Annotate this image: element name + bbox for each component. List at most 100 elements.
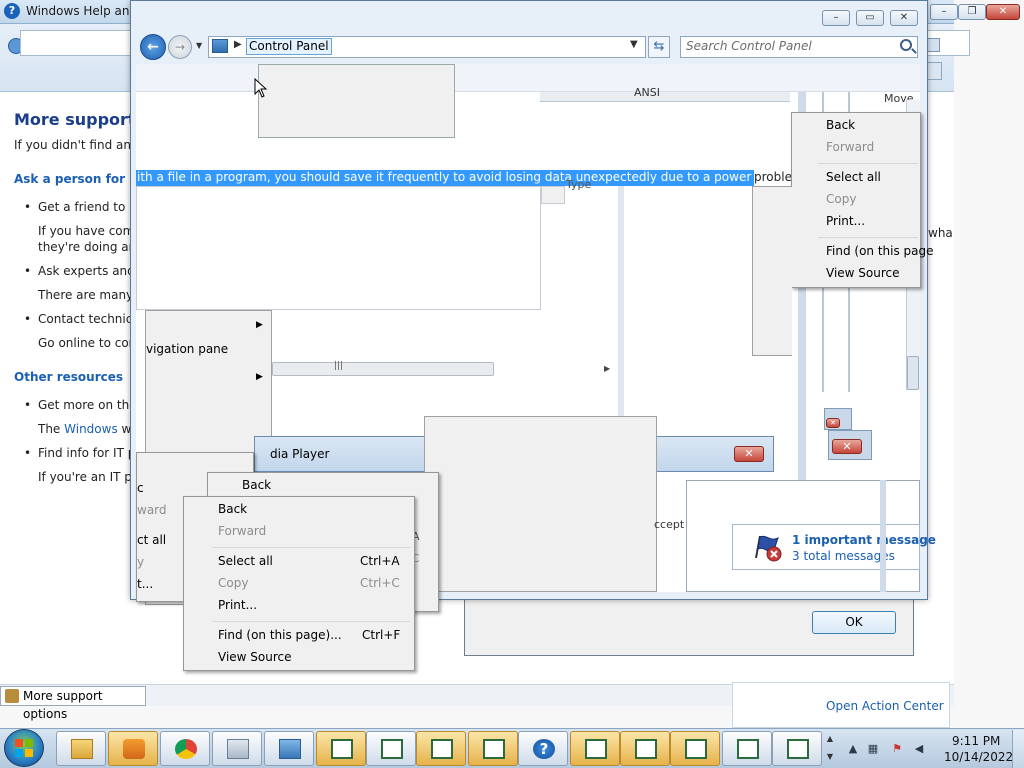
- window-icon: [381, 739, 403, 759]
- blank-popup: [424, 416, 657, 592]
- bullet-friend-detail1: If you have comp: [38, 224, 142, 238]
- chrome-icon: [175, 739, 197, 759]
- ctx-left-item: y: [137, 555, 145, 569]
- ctx-view-source[interactable]: View Source: [218, 650, 292, 664]
- type-label: Type: [566, 178, 592, 191]
- ctx-right-find[interactable]: Find (on this page: [826, 244, 934, 258]
- stacked-close-button[interactable]: ✕: [826, 418, 840, 428]
- more-support-options-label: More support options: [23, 689, 103, 721]
- taskbar-control-panel-button[interactable]: [264, 731, 314, 766]
- ghost-pane: [258, 64, 455, 138]
- show-hidden-icons-icon[interactable]: ▲: [846, 742, 860, 756]
- horizontal-scroll-thumb[interactable]: [272, 362, 494, 376]
- bullet-it: Find info for IT pr: [24, 446, 140, 460]
- help-close-button[interactable]: ✕: [986, 4, 1020, 20]
- bullet-friend-detail2: they're doing and: [38, 240, 144, 254]
- media-player-close-button[interactable]: ✕: [734, 446, 764, 462]
- header-strip: [540, 92, 790, 102]
- scrollbar-thumb[interactable]: [907, 356, 919, 390]
- help-intro: If you didn't find an a: [14, 138, 143, 152]
- cp-maximize-button[interactable]: ▭: [856, 10, 884, 26]
- open-action-center-link[interactable]: Open Action Center: [826, 699, 944, 713]
- taskbar-scroll-arrows-icon[interactable]: ▲ ▼: [824, 730, 836, 766]
- windows-link[interactable]: Windows: [64, 422, 118, 436]
- recent-pages-chevron-icon[interactable]: ▼: [196, 41, 202, 50]
- ctx-separator: [212, 621, 410, 622]
- address-text[interactable]: Control Panel: [246, 38, 332, 55]
- media-player-title: dia Player: [270, 447, 330, 461]
- forward-arrow-icon[interactable]: →: [168, 35, 192, 59]
- breadcrumb-chevron-icon[interactable]: ▶: [234, 39, 242, 50]
- stacked-close-button[interactable]: ✕: [832, 439, 862, 454]
- ok-button[interactable]: OK: [812, 611, 896, 634]
- window-icon: [431, 739, 453, 759]
- taskbar-window-button[interactable]: [772, 731, 822, 766]
- taskbar-window-button[interactable]: [366, 731, 416, 766]
- ctx-left-item[interactable]: ct all: [137, 533, 166, 547]
- taskbar-chrome-button[interactable]: [160, 731, 210, 766]
- window-icon: [483, 739, 505, 759]
- window-icon: [787, 739, 809, 759]
- taskbar-window-button[interactable]: [570, 731, 620, 766]
- address-dropdown-icon[interactable]: ▼: [630, 39, 638, 50]
- windows-logo-icon: [15, 739, 33, 757]
- ctx-right-forward: Forward: [826, 140, 875, 154]
- search-placeholder: Search Control Panel: [686, 39, 812, 53]
- back-arrow-icon[interactable]: ←: [140, 34, 166, 60]
- ctx-left-item[interactable]: c: [137, 481, 144, 495]
- ctx-separator: [818, 237, 918, 238]
- start-button[interactable]: [4, 729, 44, 767]
- help-close-icon[interactable]: [926, 38, 940, 52]
- taskbar-window-button[interactable]: [670, 731, 720, 766]
- help-icon: ?: [4, 3, 20, 19]
- ctx-select-all[interactable]: Select all: [218, 554, 273, 568]
- taskbar-window-button[interactable]: [620, 731, 670, 766]
- network-icon[interactable]: ▦: [866, 742, 880, 756]
- support-people-icon: [5, 689, 19, 703]
- mouse-cursor-icon: [254, 77, 268, 98]
- taskbar-window-button[interactable]: [468, 731, 518, 766]
- menu-remnant: [752, 186, 792, 356]
- ctx-right-print[interactable]: Print...: [826, 214, 865, 228]
- scroll-grip: |||: [334, 361, 344, 371]
- taskbar-window-button[interactable]: [722, 731, 772, 766]
- scroll-right-icon[interactable]: ▶: [604, 364, 610, 373]
- clock-date[interactable]: 10/14/2022: [944, 750, 1013, 764]
- help-minimize-button[interactable]: –: [930, 4, 958, 20]
- show-desktop-button[interactable]: [1012, 730, 1024, 768]
- taskbar-media-player-button[interactable]: [108, 731, 158, 766]
- taskbar-calculator-button[interactable]: [212, 731, 262, 766]
- ctx-copy: Copy: [218, 576, 249, 590]
- media-player-icon: [123, 739, 145, 759]
- window-icon: [685, 739, 707, 759]
- flag-icon: [752, 532, 782, 562]
- help-icon: ?: [533, 739, 555, 759]
- taskbar-window-button[interactable]: [416, 731, 466, 766]
- taskbar-help-button[interactable]: ?: [518, 731, 568, 766]
- ctx-mid-back[interactable]: Back: [242, 478, 271, 492]
- refresh-icon[interactable]: ⇆: [648, 36, 670, 58]
- ctx-right-back[interactable]: Back: [826, 118, 855, 132]
- help-maximize-button[interactable]: ❐: [958, 4, 986, 20]
- bullet-experts-detail: There are many k: [38, 288, 144, 302]
- more-support-options-button[interactable]: More support options: [0, 686, 146, 721]
- volume-icon[interactable]: ◀: [912, 742, 926, 756]
- cp-minimize-button[interactable]: –: [822, 10, 850, 26]
- taskbar-window-button[interactable]: [316, 731, 366, 766]
- ctx-forward: Forward: [218, 524, 267, 538]
- cp-close-button[interactable]: ✕: [890, 10, 918, 26]
- ctx-find[interactable]: Find (on this page)...: [218, 628, 342, 642]
- important-message-link[interactable]: 1 important message: [792, 533, 936, 547]
- ctx-left-item[interactable]: t...: [137, 577, 153, 591]
- ctx-right-select-all[interactable]: Select all: [826, 170, 881, 184]
- ctx-right-view-source[interactable]: View Source: [826, 266, 900, 280]
- action-center-flag-icon[interactable]: ⚑: [890, 742, 904, 756]
- ctx-back[interactable]: Back: [218, 502, 247, 516]
- navigation-pane-item[interactable]: vigation pane: [146, 342, 228, 356]
- ctx-right-copy: Copy: [826, 192, 857, 206]
- taskbar-explorer-button[interactable]: [56, 731, 106, 766]
- search-icon[interactable]: [900, 39, 912, 51]
- clock-time[interactable]: 9:11 PM: [952, 734, 1000, 748]
- ctx-print[interactable]: Print...: [218, 598, 257, 612]
- calculator-icon: [227, 739, 249, 759]
